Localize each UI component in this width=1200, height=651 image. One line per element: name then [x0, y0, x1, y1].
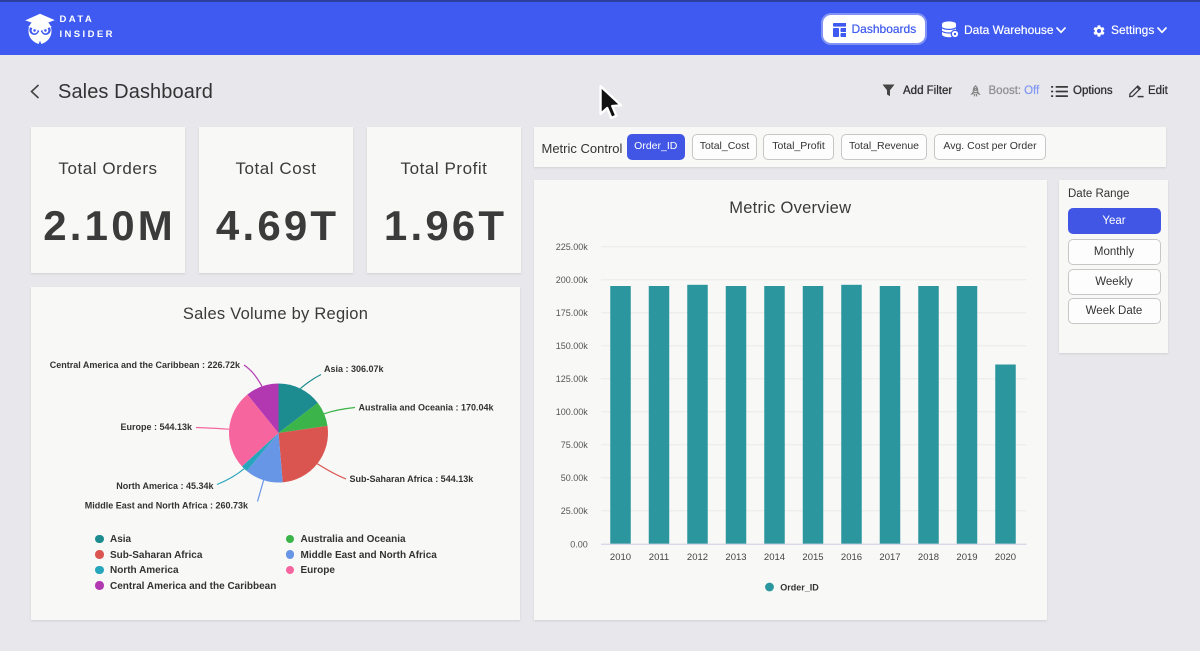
svg-text:Asia : 306.07k: Asia : 306.07k — [324, 364, 385, 374]
svg-text:Australia and Oceania : 170.04: Australia and Oceania : 170.04k — [359, 403, 495, 413]
svg-text:50.00k: 50.00k — [560, 473, 588, 483]
svg-text:2014: 2014 — [763, 552, 784, 563]
svg-text:75.00k: 75.00k — [560, 440, 588, 450]
svg-text:2017: 2017 — [879, 552, 900, 563]
svg-text:Sub-Saharan Africa : 544.13k: Sub-Saharan Africa : 544.13k — [350, 474, 475, 484]
svg-text:150.00k: 150.00k — [555, 341, 588, 351]
svg-text:225.00k: 225.00k — [555, 242, 588, 252]
svg-text:2019: 2019 — [956, 552, 977, 563]
svg-text:200.00k: 200.00k — [555, 275, 588, 285]
svg-text:0.00: 0.00 — [570, 539, 588, 549]
svg-text:2013: 2013 — [725, 552, 746, 563]
svg-text:2015: 2015 — [802, 552, 823, 563]
svg-text:2018: 2018 — [917, 552, 938, 563]
svg-text:2016: 2016 — [840, 552, 861, 563]
svg-text:25.00k: 25.00k — [560, 506, 588, 516]
svg-text:North America : 45.34k: North America : 45.34k — [116, 481, 214, 491]
svg-text:2012: 2012 — [686, 552, 707, 563]
svg-text:Europe : 544.13k: Europe : 544.13k — [120, 422, 193, 432]
svg-text:Order_ID: Order_ID — [780, 583, 819, 593]
svg-text:2020: 2020 — [994, 552, 1015, 563]
svg-text:100.00k: 100.00k — [555, 407, 588, 417]
svg-text:175.00k: 175.00k — [555, 308, 588, 318]
svg-text:Middle East and North Africa :: Middle East and North Africa : 260.73k — [85, 501, 249, 511]
svg-text:2011: 2011 — [648, 552, 668, 563]
svg-text:Central America and the Caribb: Central America and the Caribbean : 226.… — [50, 360, 241, 370]
svg-text:2010: 2010 — [609, 552, 630, 563]
svg-text:125.00k: 125.00k — [555, 374, 588, 384]
